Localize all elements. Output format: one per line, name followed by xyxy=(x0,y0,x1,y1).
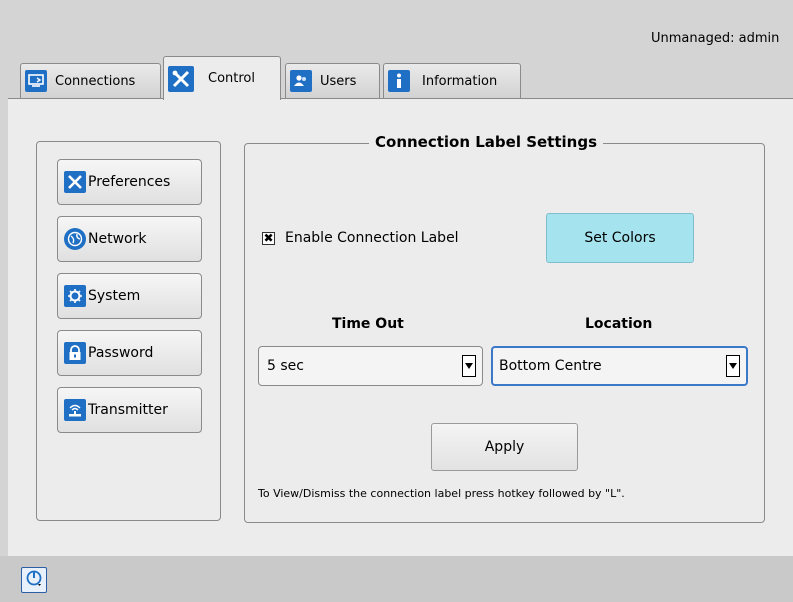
enable-connection-label-text: Enable Connection Label xyxy=(285,230,459,246)
globe-icon xyxy=(64,228,86,250)
chevron-down-icon xyxy=(462,355,476,377)
sidebar-item-label: Network xyxy=(88,231,147,247)
sidebar-item-preferences[interactable]: Preferences xyxy=(57,159,202,205)
info-icon xyxy=(388,70,410,92)
tools-icon xyxy=(168,65,194,92)
power-icon xyxy=(25,569,43,591)
tab-label: Users xyxy=(320,73,357,89)
sidebar-item-password[interactable]: Password xyxy=(57,330,202,376)
sidebar-item-system[interactable]: System xyxy=(57,273,202,319)
transmitter-icon xyxy=(64,399,86,421)
tab-users[interactable]: Users xyxy=(285,63,380,98)
tools-icon xyxy=(64,171,86,193)
timeout-label: Time Out xyxy=(332,316,404,332)
location-value: Bottom Centre xyxy=(499,358,602,374)
sidebar-item-label: Password xyxy=(88,345,154,361)
timeout-select[interactable]: 5 sec xyxy=(258,346,483,386)
tab-connections[interactable]: Connections xyxy=(20,63,161,98)
chevron-down-icon xyxy=(726,355,740,377)
settings-title: Connection Label Settings xyxy=(369,133,604,151)
monitor-arrow-icon xyxy=(25,70,47,92)
tab-label: Control xyxy=(208,71,255,86)
session-status: Unmanaged: admin xyxy=(651,31,780,46)
sidebar-item-network[interactable]: Network xyxy=(57,216,202,262)
timeout-value: 5 sec xyxy=(267,358,304,374)
tab-label: Connections xyxy=(55,73,136,89)
sidebar-item-label: Preferences xyxy=(88,174,171,190)
set-colors-button[interactable]: Set Colors xyxy=(546,213,694,263)
location-label: Location xyxy=(585,316,653,332)
sidebar-item-transmitter[interactable]: Transmitter xyxy=(57,387,202,433)
tab-information[interactable]: Information xyxy=(383,63,521,98)
sidebar-item-label: Transmitter xyxy=(88,402,168,418)
gear-icon xyxy=(64,285,86,307)
users-icon xyxy=(290,70,312,92)
enable-connection-label-checkbox[interactable]: ✖ xyxy=(262,232,275,245)
power-menu-button[interactable] xyxy=(21,567,47,593)
apply-button[interactable]: Apply xyxy=(431,423,578,471)
sidebar-item-label: System xyxy=(88,288,141,304)
tab-label: Information xyxy=(422,73,498,89)
tab-control[interactable]: Control xyxy=(163,56,281,100)
padlock-icon xyxy=(64,342,86,364)
hotkey-hint: To View/Dismiss the connection label pre… xyxy=(258,487,625,500)
location-select[interactable]: Bottom Centre xyxy=(491,346,748,386)
bottom-bar xyxy=(0,556,793,602)
